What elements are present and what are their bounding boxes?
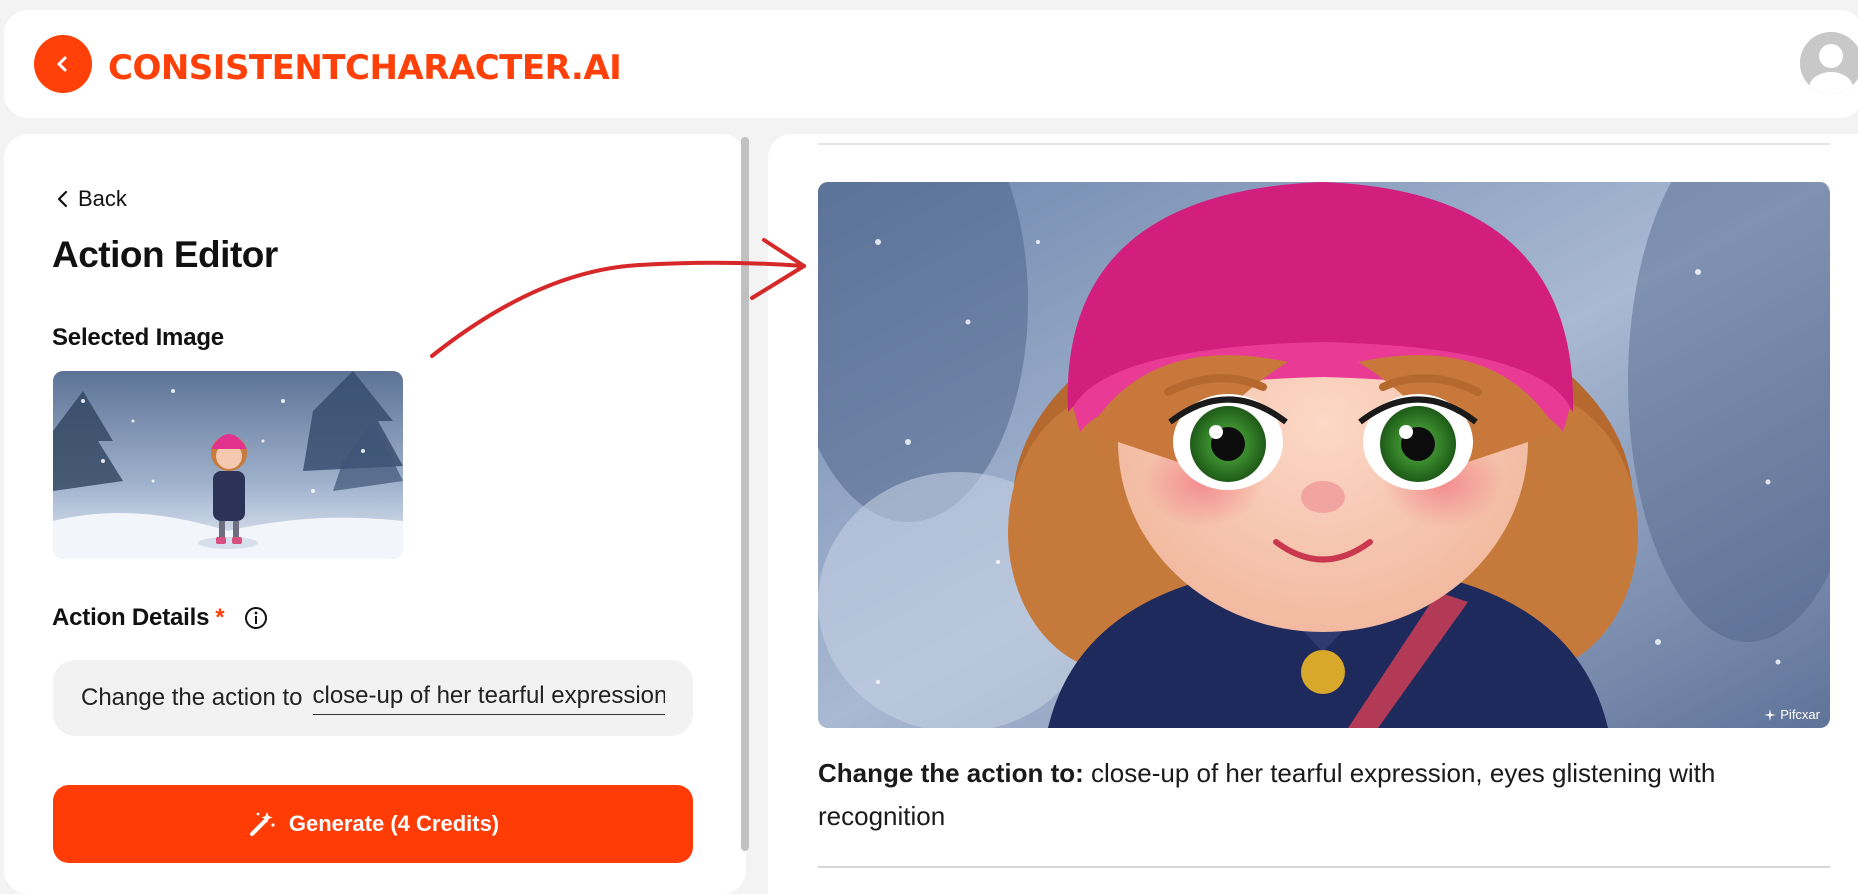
watermark-text: Pifcxar [1780, 707, 1820, 722]
chevron-left-icon [57, 190, 68, 208]
generate-button[interactable]: Generate (4 Credits) [53, 785, 693, 863]
action-details-field: Change the action to [53, 660, 693, 736]
panel-scrollbar[interactable] [741, 137, 749, 851]
result-panel: Pifcxar Change the action to: close-up o… [768, 134, 1858, 894]
divider [818, 143, 1830, 145]
generated-image[interactable]: Pifcxar [818, 182, 1830, 728]
generate-label: Generate (4 Credits) [288, 811, 500, 836]
user-avatar-icon[interactable] [1800, 32, 1858, 94]
brand-logo[interactable]: CONSISTENTCHARACTER.AI [108, 48, 622, 88]
divider [818, 866, 1830, 868]
watermark: Pifcxar [1764, 707, 1820, 722]
action-details-text: Action Details [52, 604, 210, 631]
info-icon[interactable] [244, 606, 268, 630]
result-caption: Change the action to: close-up of her te… [818, 752, 1830, 838]
app-header: CONSISTENTCHARACTER.AI [4, 10, 1858, 118]
magic-wand-icon [249, 812, 275, 836]
action-details-label: Action Details * [52, 604, 268, 632]
sparkle-icon [1764, 708, 1777, 721]
action-input[interactable] [312, 681, 665, 715]
selected-image-label: Selected Image [52, 324, 224, 351]
action-editor-panel: Back Action Editor Selected Image Action… [4, 134, 746, 894]
chevron-left-icon [57, 56, 67, 72]
header-back-button[interactable] [34, 35, 92, 93]
back-link[interactable]: Back [56, 186, 127, 212]
back-label: Back [78, 186, 127, 211]
required-mark: * [215, 604, 225, 631]
selected-image-thumbnail[interactable] [53, 371, 403, 559]
caption-label: Change the action to: [818, 758, 1084, 788]
action-prefix: Change the action to [81, 684, 303, 711]
page-title: Action Editor [52, 234, 278, 275]
